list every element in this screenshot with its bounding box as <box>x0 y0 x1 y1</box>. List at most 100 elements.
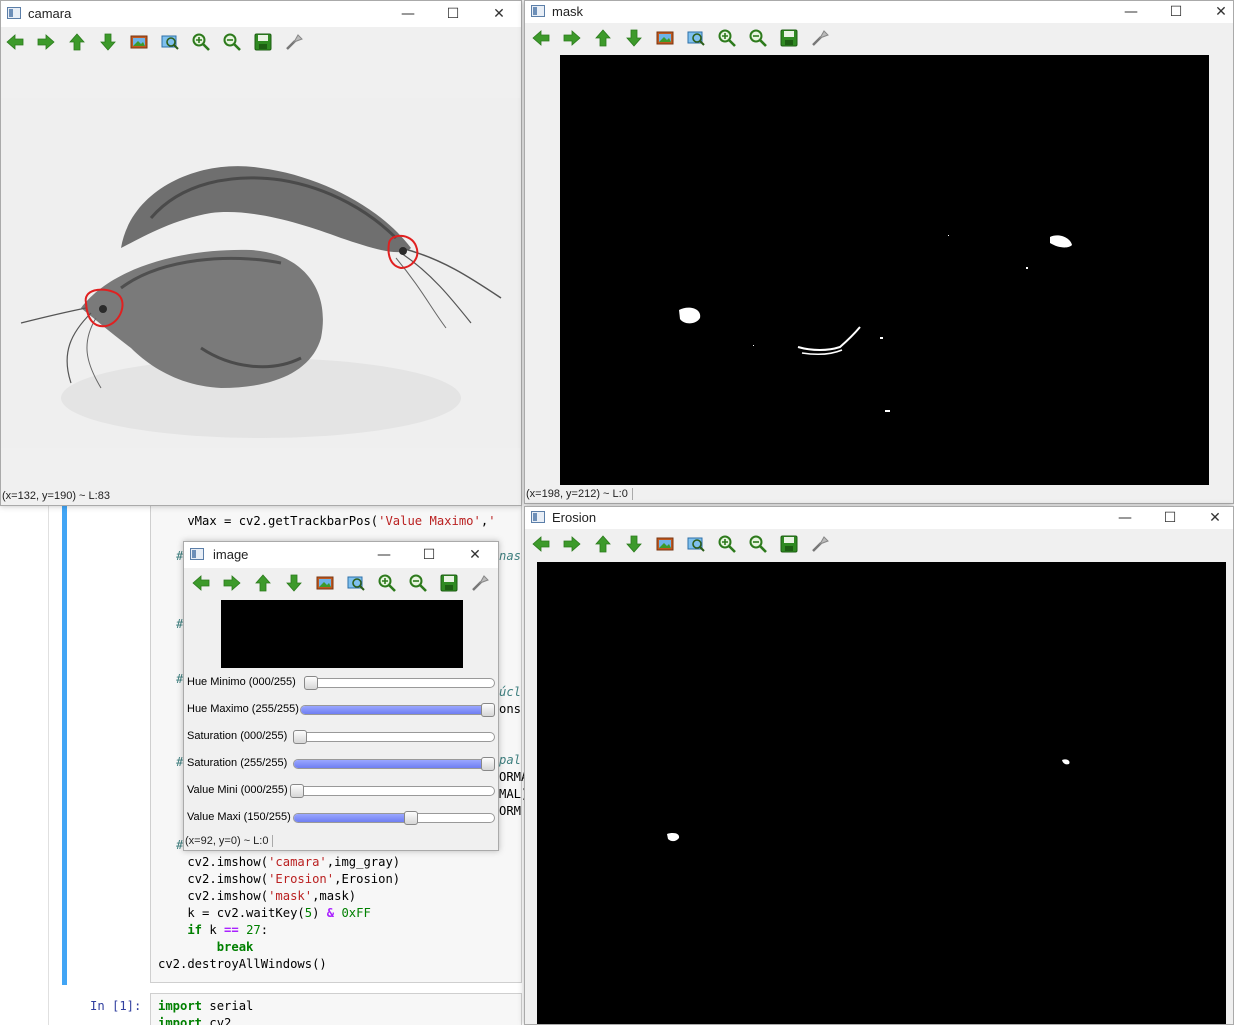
image-window[interactable]: image — ☐ ✕ Hue Minimo (000/255) Hue Maxi… <box>183 541 499 851</box>
zoom-out-tool-button[interactable] <box>220 31 244 55</box>
minimize-icon: — <box>401 6 415 22</box>
minimize-button[interactable]: — <box>1108 1 1154 23</box>
code-line-imshow-mask: cv2.imshow('mask',mask) <box>158 889 357 903</box>
mask-window[interactable]: mask — ☐ ✕ (x=198, y=212) ~ L:0 <box>524 0 1234 504</box>
zoom-in-tool-button[interactable] <box>375 572 399 596</box>
image-tool-button[interactable] <box>127 31 151 55</box>
arrow-up-tool-button[interactable] <box>65 31 89 55</box>
arrow-right-icon <box>562 534 582 557</box>
close-button[interactable]: ✕ <box>1198 1 1233 23</box>
maximize-button[interactable]: ☐ <box>1147 507 1193 529</box>
title-bar[interactable]: camara — ☐ ✕ <box>1 1 521 27</box>
code-line-break: break <box>158 940 254 954</box>
zoom-out-icon <box>748 534 768 557</box>
arrow-left-icon <box>531 28 551 51</box>
erosion-window[interactable]: Erosion — ☐ ✕ <box>524 506 1234 1025</box>
trackbar-slider[interactable] <box>290 784 495 798</box>
arrow-down-tool-button[interactable] <box>282 572 306 596</box>
zoom-fit-tool-button[interactable] <box>158 31 182 55</box>
trackbar-handle[interactable] <box>481 757 495 771</box>
properties-icon <box>810 28 830 51</box>
window-title: camara <box>28 6 72 21</box>
arrow-down-tool-button[interactable] <box>622 27 646 51</box>
zoom-out-tool-button[interactable] <box>406 572 430 596</box>
erosion-image <box>537 562 1226 1024</box>
arrow-up-tool-button[interactable] <box>251 572 275 596</box>
zoom-in-icon <box>717 28 737 51</box>
save-tool-button[interactable] <box>437 572 461 596</box>
image-tool-button[interactable] <box>313 572 337 596</box>
properties-tool-button[interactable] <box>468 572 492 596</box>
arrow-left-tool-button[interactable] <box>529 27 553 51</box>
zoom-in-tool-button[interactable] <box>715 533 739 557</box>
trackbar-slider[interactable] <box>293 757 495 771</box>
trackbar-handle[interactable] <box>293 730 307 744</box>
arrow-down-tool-button[interactable] <box>96 31 120 55</box>
close-button[interactable]: ✕ <box>1192 507 1233 529</box>
arrow-right-tool-button[interactable] <box>560 27 584 51</box>
trackbar-slider[interactable] <box>293 730 495 744</box>
arrow-right-tool-button[interactable] <box>560 533 584 557</box>
maximize-button[interactable]: ☐ <box>1153 1 1199 23</box>
trackbar-handle[interactable] <box>290 784 304 798</box>
maximize-button[interactable]: ☐ <box>430 1 476 27</box>
cell-prompt: In [1]: <box>90 999 142 1013</box>
arrow-left-tool-button[interactable] <box>189 572 213 596</box>
close-button[interactable]: ✕ <box>452 542 498 568</box>
save-tool-button[interactable] <box>777 27 801 51</box>
zoom-in-tool-button[interactable] <box>715 27 739 51</box>
arrow-up-tool-button[interactable] <box>591 533 615 557</box>
title-bar[interactable]: image — ☐ ✕ <box>184 542 498 568</box>
arrow-left-tool-button[interactable] <box>3 31 27 55</box>
title-bar[interactable]: Erosion — ☐ ✕ <box>525 507 1233 529</box>
trackbar-slider[interactable] <box>304 676 495 690</box>
close-button[interactable]: ✕ <box>476 1 521 27</box>
window-title: mask <box>552 4 584 19</box>
save-tool-button[interactable] <box>251 31 275 55</box>
window-title: image <box>213 547 249 562</box>
code-fragment: ORM <box>499 804 522 818</box>
arrow-down-tool-button[interactable] <box>622 533 646 557</box>
zoom-fit-icon <box>686 28 706 51</box>
properties-tool-button[interactable] <box>808 27 832 51</box>
trackbar-handle[interactable] <box>481 703 495 717</box>
arrow-left-tool-button[interactable] <box>529 533 553 557</box>
maximize-icon: ☐ <box>1169 4 1183 20</box>
arrow-up-tool-button[interactable] <box>591 27 615 51</box>
maximize-icon: ☐ <box>446 6 460 22</box>
zoom-out-tool-button[interactable] <box>746 27 770 51</box>
arrow-right-tool-button[interactable] <box>220 572 244 596</box>
zoom-fit-tool-button[interactable] <box>684 27 708 51</box>
zoom-fit-icon <box>346 573 366 596</box>
zoom-in-icon <box>717 534 737 557</box>
arrow-right-icon <box>222 573 242 596</box>
trackbar-handle[interactable] <box>403 811 418 825</box>
arrow-right-tool-button[interactable] <box>34 31 58 55</box>
zoom-out-tool-button[interactable] <box>746 533 770 557</box>
trackbar-handle[interactable] <box>304 676 318 690</box>
trackbar-slider[interactable] <box>300 703 495 717</box>
zoom-fit-tool-button[interactable] <box>344 572 368 596</box>
maximize-button[interactable]: ☐ <box>406 542 452 568</box>
zoom-out-icon <box>222 32 242 55</box>
minimize-button[interactable]: — <box>1102 507 1148 529</box>
trackbar-slider[interactable] <box>293 811 495 825</box>
trackbar-row: Value Maxi (150/255) <box>187 808 498 828</box>
camara-window[interactable]: camara — ☐ ✕ (x=132, y=190) ~ L:83 <box>0 0 522 506</box>
image-tool-button[interactable] <box>653 27 677 51</box>
title-bar[interactable]: mask — ☐ ✕ <box>525 1 1233 23</box>
status-separator <box>631 488 633 501</box>
image-tool-button[interactable] <box>653 533 677 557</box>
maximize-icon: ☐ <box>422 547 436 563</box>
save-tool-button[interactable] <box>777 533 801 557</box>
zoom-in-tool-button[interactable] <box>189 31 213 55</box>
properties-tool-button[interactable] <box>282 31 306 55</box>
minimize-button[interactable]: — <box>385 1 431 27</box>
minimize-button[interactable]: — <box>361 542 407 568</box>
properties-tool-button[interactable] <box>808 533 832 557</box>
zoom-fit-tool-button[interactable] <box>684 533 708 557</box>
trackbar-label: Saturation (255/255) <box>187 757 288 769</box>
arrow-right-icon <box>36 32 56 55</box>
close-icon: ✕ <box>1215 4 1227 20</box>
arrow-up-icon <box>593 534 613 557</box>
